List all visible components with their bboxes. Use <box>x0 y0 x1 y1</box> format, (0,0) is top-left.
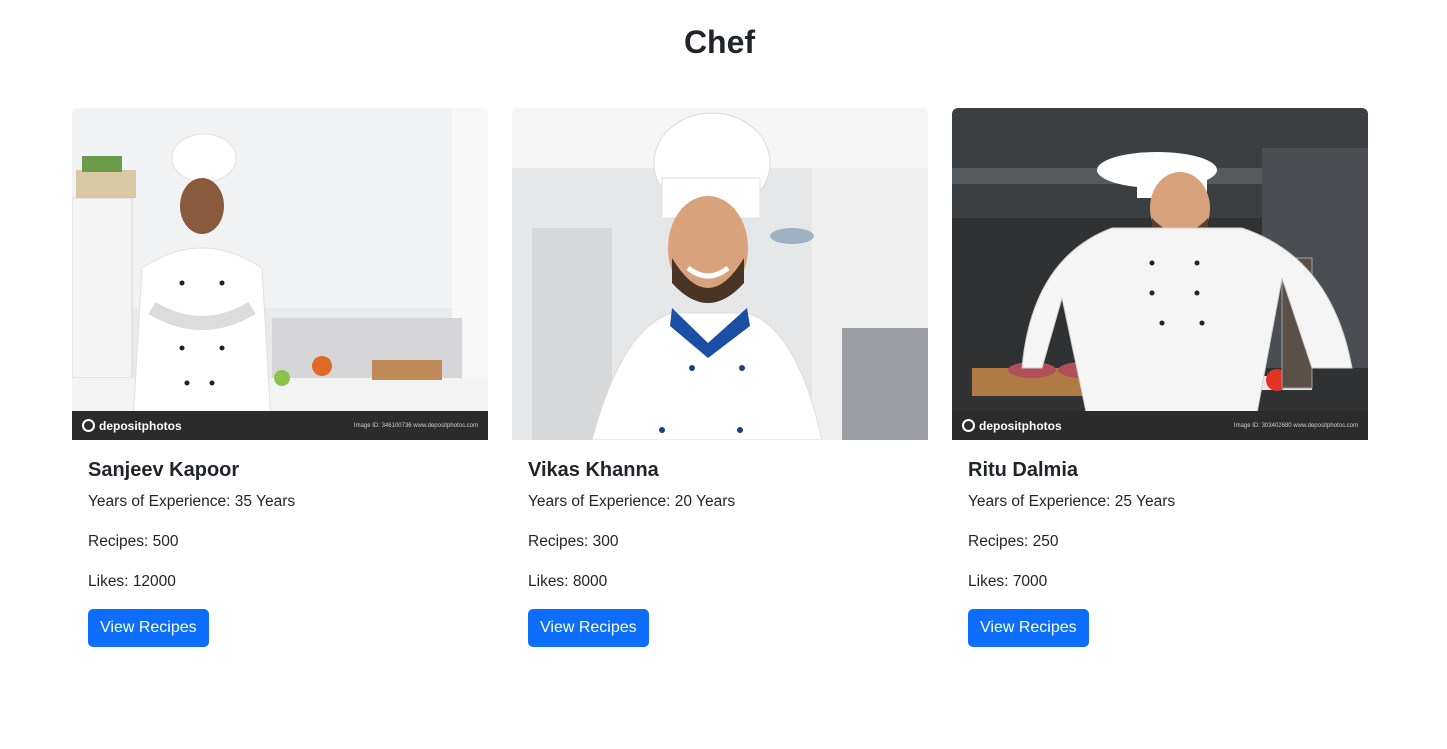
photo-caption: Image ID: 346100736 www.depositphotos.co… <box>353 422 478 429</box>
chef-name: Sanjeev Kapoor <box>88 459 240 481</box>
depositphotos-logo: depositphotos <box>82 419 182 433</box>
recipes-count-text: Recipes: 300 <box>528 533 619 550</box>
photo-watermark-bar: depositphotos Image ID: 346100736 www.de… <box>72 411 488 440</box>
chef-card: Vikas Khanna Years of Experience: 20 Yea… <box>512 108 928 668</box>
card-body: Sanjeev Kapoor Years of Experience: 35 Y… <box>72 440 488 647</box>
depositphotos-logo: depositphotos <box>962 419 1062 433</box>
chef-card: depositphotos Image ID: 346100736 www.de… <box>72 108 488 668</box>
card-body: Ritu Dalmia Years of Experience: 25 Year… <box>952 440 1368 647</box>
photo-watermark-bar: depositphotos Image ID: 303402680 www.de… <box>952 411 1368 440</box>
experience-text: Years of Experience: 35 Years <box>88 493 296 510</box>
chef-name: Vikas Khanna <box>528 459 659 481</box>
experience-text: Years of Experience: 20 Years <box>528 493 736 510</box>
recipes-count-text: Recipes: 250 <box>968 533 1059 550</box>
chef-photo: depositphotos Image ID: 346100736 www.de… <box>72 108 488 440</box>
chef-name: Ritu Dalmia <box>968 459 1079 481</box>
depositphotos-logo-icon <box>82 419 95 432</box>
likes-count-text: Likes: 8000 <box>528 573 608 590</box>
likes-count-text: Likes: 7000 <box>968 573 1048 590</box>
view-recipes-button[interactable]: View Recipes <box>968 609 1089 647</box>
view-recipes-button[interactable]: View Recipes <box>88 609 209 647</box>
page-title: Chef <box>683 24 756 60</box>
chef-photo: depositphotos Image ID: 303402680 www.de… <box>952 108 1368 440</box>
likes-count-text: Likes: 12000 <box>88 573 176 590</box>
chef-photo <box>512 108 928 440</box>
card-body: Vikas Khanna Years of Experience: 20 Yea… <box>512 440 928 647</box>
recipes-count-text: Recipes: 500 <box>88 533 179 550</box>
view-recipes-button[interactable]: View Recipes <box>528 609 649 647</box>
chef-card: depositphotos Image ID: 303402680 www.de… <box>952 108 1368 668</box>
depositphotos-logo-icon <box>962 419 975 432</box>
experience-text: Years of Experience: 25 Years <box>968 493 1176 510</box>
photo-caption: Image ID: 303402680 www.depositphotos.co… <box>1233 422 1358 429</box>
